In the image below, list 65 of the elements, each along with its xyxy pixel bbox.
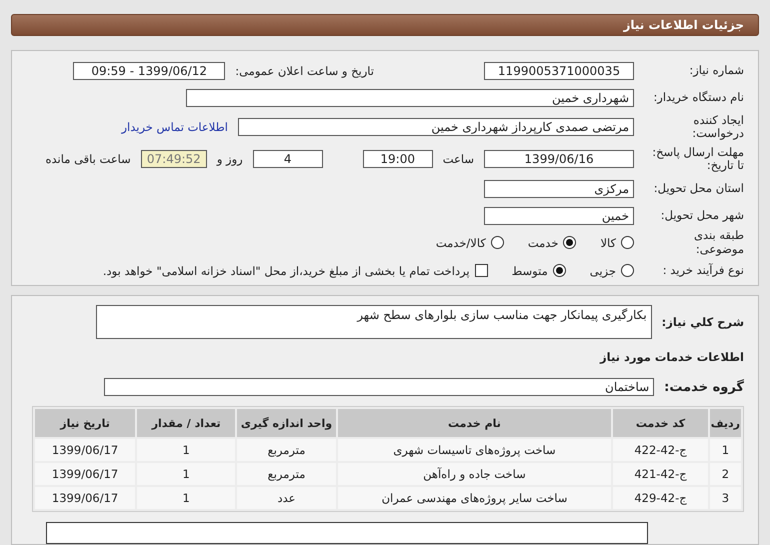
table-cell: 2 bbox=[710, 463, 741, 485]
description-box[interactable]: بکارگیری پیمانکار جهت مناسب سازی بلوارهای سطح شهر bbox=[96, 305, 652, 339]
days-field[interactable]: 4 bbox=[252, 150, 323, 168]
field-label: نام دستگاه خریدار: bbox=[652, 90, 744, 104]
radio-label: کالا/خدمت bbox=[436, 236, 486, 250]
field-label: تاریخ و ساعت اعلان عمومی: bbox=[235, 64, 374, 78]
time-label: ساعت bbox=[442, 152, 474, 166]
column-header: تاریخ نیاز bbox=[35, 409, 136, 437]
field-label: نوع فرآیند خرید : bbox=[662, 264, 744, 278]
radio-button[interactable] bbox=[490, 236, 504, 249]
table-cell: مترمربع bbox=[237, 463, 336, 485]
table-cell: 1 bbox=[137, 439, 236, 461]
contact-link[interactable]: اطلاعات تماس خریدار bbox=[121, 120, 228, 134]
table-cell: 1399/06/17 bbox=[35, 463, 136, 485]
field-label: مهلت ارسال پاسخ: تا تاریخ: bbox=[651, 146, 744, 172]
field-label: استان محل تحویل: bbox=[652, 182, 744, 196]
remaining-label: ساعت باقی مانده bbox=[46, 152, 131, 166]
section-heading: اطلاعات خدمات مورد نیاز bbox=[600, 350, 744, 364]
buyer-field[interactable]: شهرداری خمین bbox=[186, 88, 634, 106]
table-cell: ج-42-421 bbox=[613, 463, 708, 485]
requester-field[interactable]: مرتضی صمدی کارپرداز شهرداری خمین bbox=[238, 118, 634, 136]
column-header: واحد اندازه گیری bbox=[237, 409, 336, 437]
column-header: کد خدمت bbox=[613, 409, 708, 437]
table-cell: ساخت سایر پروژه‌های مهندسی عمران bbox=[338, 487, 612, 509]
radio-button[interactable] bbox=[621, 236, 634, 249]
deadline-date-field[interactable]: 1399/06/16 bbox=[484, 150, 634, 168]
radio-label: کالا bbox=[600, 236, 616, 250]
checkbox[interactable] bbox=[474, 264, 488, 277]
province-field[interactable]: مرکزی bbox=[484, 180, 634, 198]
table-cell: مترمربع bbox=[237, 439, 336, 461]
field-label: شهر محل تحویل: bbox=[660, 208, 744, 222]
field-label: طبقه بندی موضوعی: bbox=[693, 229, 744, 256]
column-header: نام خدمت bbox=[338, 409, 612, 437]
radio-label: متوسط bbox=[512, 264, 548, 278]
need-number-field[interactable]: 1199005371000035 bbox=[484, 62, 634, 80]
table-cell: ج-42-429 bbox=[613, 487, 708, 509]
column-header: ردیف bbox=[710, 409, 741, 437]
table-cell: ساخت جاده و راه‌آهن bbox=[338, 463, 612, 485]
radio-button[interactable] bbox=[621, 264, 634, 277]
field-label: گروه خدمت: bbox=[664, 380, 744, 394]
field-label: شماره نیاز: bbox=[688, 64, 744, 78]
deadline-time-field[interactable]: 19:00 bbox=[362, 150, 433, 168]
checkbox-label: پرداخت تمام یا بخشی از مبلغ خرید،از محل "اسناد خزانه اسلامی" خواهد بود. bbox=[102, 264, 470, 278]
table-cell: ج-42-422 bbox=[613, 439, 708, 461]
radio-label: خدمت bbox=[528, 236, 558, 250]
radio-label: جزیی bbox=[590, 264, 616, 278]
radio-button[interactable] bbox=[563, 236, 576, 249]
field-label: ایجاد کننده درخواست: bbox=[691, 114, 744, 140]
table-cell: ساخت پروژه‌های تاسیسات شهری bbox=[338, 439, 612, 461]
table-cell: 3 bbox=[710, 487, 741, 509]
days-label: روز و bbox=[216, 152, 243, 166]
field-label: شرح کلي نياز: bbox=[662, 315, 744, 329]
remaining-time-field: 07:49:52 bbox=[140, 150, 207, 168]
column-header: تعداد / مقدار bbox=[137, 409, 236, 437]
announce-date-field[interactable]: 1399/06/12 - 09:59 bbox=[73, 62, 226, 80]
table-cell: 1 bbox=[137, 487, 236, 509]
page-title-bar: جزئیات اطلاعات نیاز bbox=[11, 14, 759, 36]
table-cell: 1 bbox=[137, 463, 236, 485]
table-cell: 1399/06/17 bbox=[35, 439, 136, 461]
radio-button[interactable] bbox=[552, 264, 566, 277]
table-cell: 1 bbox=[710, 439, 741, 461]
table-cell: عدد bbox=[237, 487, 336, 509]
city-field[interactable]: خمین bbox=[484, 206, 634, 224]
table-cell: 1399/06/17 bbox=[35, 487, 136, 509]
service-group-field[interactable]: ساختمان bbox=[104, 378, 654, 396]
